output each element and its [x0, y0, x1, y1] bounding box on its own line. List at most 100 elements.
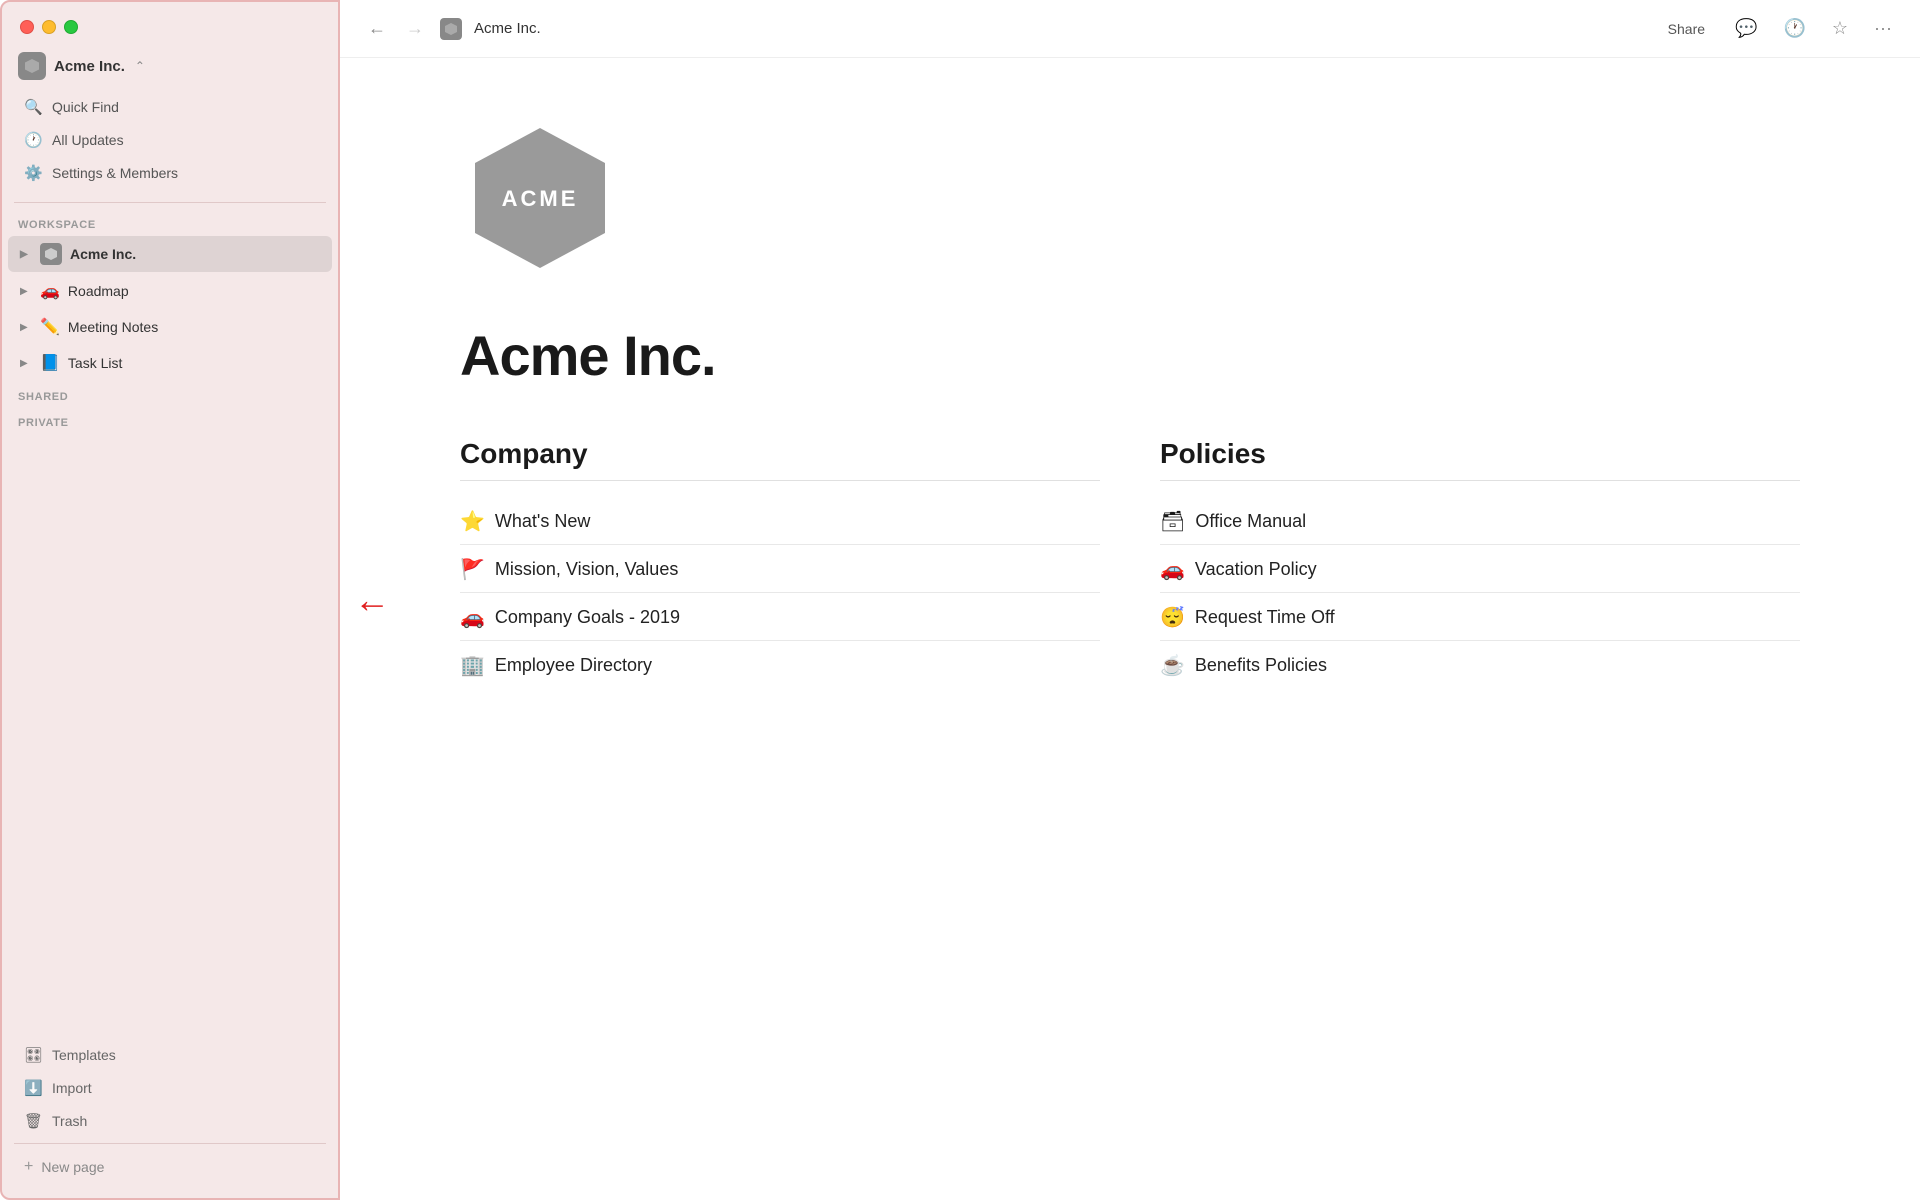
all-updates-label: All Updates [52, 132, 124, 148]
goals-emoji: 🚗 [460, 605, 485, 630]
share-button[interactable]: Share [1660, 17, 1713, 41]
workspace-section-label: WORKSPACE [2, 209, 338, 235]
mission-emoji: 🚩 [460, 557, 485, 582]
sidebar-item-all-updates[interactable]: 🕐 All Updates [8, 124, 332, 156]
meeting-notes-emoji: ✏️ [40, 317, 60, 337]
policies-heading: Policies [1160, 438, 1800, 481]
sidebar-item-trash[interactable]: 🗑 Trash [8, 1105, 332, 1137]
hex-logo-wrapper: ACME [460, 118, 1800, 283]
policies-column: Policies 🗃 Office Manual 🚗 Vacation Poli… [1160, 438, 1800, 688]
quick-find-label: Quick Find [52, 99, 119, 115]
sidebar-nav: 🔍 Quick Find 🕐 All Updates ⚙️ Settings &… [2, 84, 338, 196]
meeting-notes-label: Meeting Notes [68, 319, 158, 335]
time-off-emoji: 😴 [1160, 605, 1185, 630]
roadmap-emoji: 🚗 [40, 281, 60, 301]
whats-new-emoji: ⭐ [460, 509, 485, 534]
list-item[interactable]: 🚗 Vacation Policy [1160, 547, 1800, 593]
titlebar: ← → Acme Inc. Share 💬 🕐 ☆ ··· [340, 0, 1920, 58]
list-item[interactable]: 🗃 Office Manual [1160, 499, 1800, 545]
sidebar-item-meeting-notes[interactable]: ▶ ✏️ Meeting Notes [8, 310, 332, 344]
templates-icon: 🎛 [24, 1046, 42, 1064]
private-section-label: PRIVATE [2, 407, 338, 433]
company-column: Company ⭐ What's New 🚩 Mission, Vision, … [460, 438, 1100, 688]
more-options-button[interactable]: ··· [1870, 14, 1896, 43]
titlebar-left: ← → Acme Inc. [364, 16, 541, 41]
mission-text: Mission, Vision, Values [495, 559, 678, 580]
workspace-name: Acme Inc. [54, 58, 125, 75]
main-content: ← → Acme Inc. Share 💬 🕐 ☆ ··· ACME [340, 0, 1920, 1200]
maximize-button[interactable] [64, 20, 78, 34]
employee-dir-emoji: 🏢 [460, 653, 485, 678]
templates-label: Templates [52, 1047, 116, 1063]
vacation-policy-emoji: 🚗 [1160, 557, 1185, 582]
sidebar: Acme Inc. ⌃ 🔍 Quick Find 🕐 All Updates ⚙… [0, 0, 340, 1200]
acme-hex-logo: ACME [460, 118, 620, 278]
benefits-text: Benefits Policies [1195, 655, 1327, 676]
acme-icon [40, 243, 62, 265]
goals-text: Company Goals - 2019 [495, 607, 680, 628]
list-item[interactable]: 🏢 Employee Directory [460, 643, 1100, 688]
workspace-icon [18, 52, 46, 80]
chevron-right-icon: ▶ [20, 358, 32, 369]
time-off-text: Request Time Off [1195, 607, 1335, 628]
chevron-down-icon: ▶ [20, 249, 32, 260]
sidebar-item-templates[interactable]: 🎛 Templates [8, 1039, 332, 1071]
settings-label: Settings & Members [52, 165, 178, 181]
import-label: Import [52, 1080, 92, 1096]
two-col-layout: Company ⭐ What's New 🚩 Mission, Vision, … [460, 438, 1800, 688]
sidebar-item-import[interactable]: ⬇️ Import [8, 1072, 332, 1104]
list-item[interactable]: 🚩 Mission, Vision, Values [460, 547, 1100, 593]
back-button[interactable]: ← [364, 16, 390, 41]
company-heading: Company [460, 438, 1100, 481]
policies-list: 🗃 Office Manual 🚗 Vacation Policy 😴 Requ… [1160, 499, 1800, 688]
gear-icon: ⚙️ [24, 164, 42, 182]
plus-icon: + [24, 1158, 33, 1176]
new-page-label: New page [41, 1159, 104, 1175]
history-button[interactable]: 🕐 [1779, 14, 1809, 43]
search-icon: 🔍 [24, 98, 42, 116]
sidebar-item-acme-inc[interactable]: ▶ Acme Inc. [8, 236, 332, 272]
forward-button[interactable]: → [402, 16, 428, 41]
office-manual-text: Office Manual [1195, 511, 1306, 532]
page-heading: Acme Inc. [460, 323, 1800, 388]
page-icon-small [440, 18, 462, 40]
import-icon: ⬇️ [24, 1079, 42, 1097]
employee-dir-text: Employee Directory [495, 655, 652, 676]
list-item[interactable]: ☕ Benefits Policies [1160, 643, 1800, 688]
traffic-lights [2, 2, 338, 44]
minimize-button[interactable] [42, 20, 56, 34]
chevron-right-icon: ▶ [20, 286, 32, 297]
trash-icon: 🗑 [24, 1112, 42, 1130]
sidebar-item-task-list[interactable]: ▶ 📘 Task List [8, 346, 332, 380]
list-item[interactable]: ⭐ What's New [460, 499, 1100, 545]
sidebar-item-roadmap[interactable]: ▶ 🚗 Roadmap [8, 274, 332, 308]
sidebar-bottom-divider [14, 1143, 326, 1144]
favorite-button[interactable]: ☆ [1828, 14, 1852, 43]
workspace-chevron-icon: ⌃ [135, 59, 145, 73]
list-item[interactable]: 🚗 Company Goals - 2019 [460, 595, 1100, 641]
task-list-emoji: 📘 [40, 353, 60, 373]
acme-inc-label: Acme Inc. [70, 246, 136, 262]
sidebar-item-settings[interactable]: ⚙️ Settings & Members [8, 157, 332, 189]
trash-label: Trash [52, 1113, 87, 1129]
shared-section-label: SHARED [2, 381, 338, 407]
sidebar-bottom: 🎛 Templates ⬇️ Import 🗑 Trash + New page [2, 1030, 338, 1198]
whats-new-text: What's New [495, 511, 590, 532]
comment-button[interactable]: 💬 [1731, 14, 1761, 43]
titlebar-right: Share 💬 🕐 ☆ ··· [1660, 14, 1896, 43]
close-button[interactable] [20, 20, 34, 34]
page-body: ACME Acme Inc. Company ⭐ What's New 🚩 Mi… [340, 58, 1920, 1200]
benefits-emoji: ☕ [1160, 653, 1185, 678]
sidebar-item-quick-find[interactable]: 🔍 Quick Find [8, 91, 332, 123]
list-item[interactable]: 😴 Request Time Off [1160, 595, 1800, 641]
workspace-header[interactable]: Acme Inc. ⌃ [2, 44, 338, 84]
company-list: ⭐ What's New 🚩 Mission, Vision, Values 🚗… [460, 499, 1100, 688]
chevron-right-icon: ▶ [20, 322, 32, 333]
sidebar-divider [14, 202, 326, 203]
clock-icon: 🕐 [24, 131, 42, 149]
task-list-label: Task List [68, 355, 122, 371]
titlebar-page-title: Acme Inc. [474, 20, 541, 37]
vacation-policy-text: Vacation Policy [1195, 559, 1317, 580]
new-page-button[interactable]: + New page [8, 1150, 332, 1184]
svg-text:ACME: ACME [502, 186, 579, 211]
